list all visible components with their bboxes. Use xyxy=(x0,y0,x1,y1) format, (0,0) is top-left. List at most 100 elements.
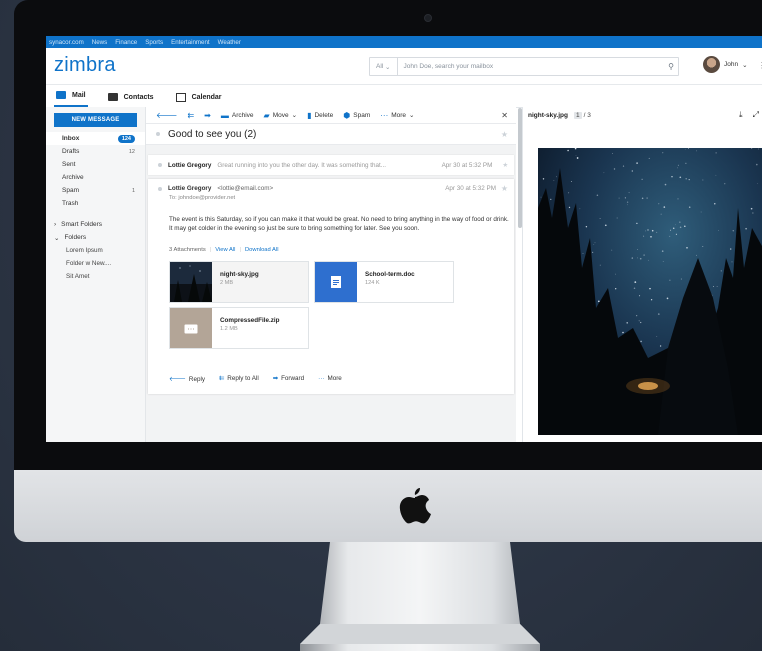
mail-icon xyxy=(56,91,66,99)
attachment-card[interactable]: night-sky.jpg 2 MB xyxy=(169,261,309,303)
close-icon[interactable]: ✕ xyxy=(501,111,508,120)
topbar-link-entertainment[interactable]: Entertainment xyxy=(171,39,210,46)
star-icon[interactable]: ★ xyxy=(501,130,508,139)
archive-button[interactable]: ▬ Archive xyxy=(221,111,254,120)
delete-label: Delete xyxy=(314,111,334,119)
attachment-preview-pane: night-sky.jpg 1 / 3 ⤓ ⤢ xyxy=(522,107,762,442)
message-snippet: Great running into you the other day. It… xyxy=(217,161,386,169)
attachment-size: 2 MB xyxy=(220,280,234,286)
move-button[interactable]: ▰ Move ⌄ xyxy=(264,111,298,120)
view-all-link[interactable]: View All xyxy=(215,247,235,253)
message-from: Lottie Gregory <lottie@email.com> xyxy=(158,185,273,192)
expand-icon[interactable]: ⤢ xyxy=(753,110,759,120)
sidebar-item-label: Sent xyxy=(62,161,76,168)
move-label: Move xyxy=(272,111,289,119)
search-scope-dropdown[interactable]: All ⌄ xyxy=(372,58,398,75)
attachment-card[interactable]: CompressedFile.zip 1.2 MB xyxy=(169,307,309,349)
message-expanded: Lottie Gregory <lottie@email.com> To: jo… xyxy=(148,179,514,394)
spam-button[interactable]: ⬢ Spam xyxy=(343,111,370,120)
topbar-link-finance[interactable]: Finance xyxy=(115,39,137,46)
message-row-collapsed[interactable]: Lottie Gregory Great running into you th… xyxy=(148,155,514,175)
monitor-chin xyxy=(14,470,762,542)
topbar-link-synacor[interactable]: synacor.com xyxy=(49,39,84,46)
folder-count: 1 xyxy=(131,187,135,194)
sidebar-item-folders[interactable]: ⌄ Folders xyxy=(46,231,145,244)
page-total: / 3 xyxy=(583,111,591,119)
more-actions-button[interactable]: ··· More xyxy=(318,375,342,383)
sidebar-item-label: Smart Folders xyxy=(61,221,102,228)
message-toolbar: 🡐 ⇇ ➡ ▬ Archive ▰ Move ⌄ ▮ Delete ⬢ Spam ··· M… xyxy=(146,107,516,124)
sidebar-item-archive[interactable]: Archive xyxy=(46,171,145,184)
contacts-icon xyxy=(107,93,118,101)
unread-dot-icon xyxy=(158,163,162,167)
search-icon[interactable]: ⚲ xyxy=(664,62,678,71)
reply-button[interactable]: 🡐 Reply xyxy=(169,375,205,383)
reply-icon[interactable]: 🡐 xyxy=(156,110,177,120)
sidebar-item-spam[interactable]: Spam 1 xyxy=(46,184,145,197)
delete-button[interactable]: ▮ Delete xyxy=(307,111,333,120)
user-name: John xyxy=(724,61,739,68)
user-menu[interactable]: John ⌄ xyxy=(703,56,748,73)
new-message-button[interactable]: NEW MESSAGE xyxy=(54,113,137,127)
sidebar-item-drafts[interactable]: Drafts 12 xyxy=(46,145,145,158)
reply-all-icon: ⇇ xyxy=(219,375,225,382)
calendar-icon xyxy=(175,92,186,102)
portal-topbar: synacor.com News Finance Sports Entertai… xyxy=(46,36,762,48)
message-sender[interactable]: Lottie Gregory xyxy=(168,185,211,192)
attachment-name: School-term.doc xyxy=(365,271,415,278)
attachment-name: CompressedFile.zip xyxy=(220,317,280,324)
tab-mail[interactable]: Mail xyxy=(54,85,88,107)
more-label: More xyxy=(391,111,407,119)
preview-pager: 1 / 3 xyxy=(573,111,591,119)
sidebar-subfolder[interactable]: Lorem Ipsum xyxy=(46,244,145,257)
attachments-header: 3 Attachments | View All | Download All xyxy=(169,247,279,253)
document-icon xyxy=(315,262,357,302)
attachment-size: 1.2 MB xyxy=(220,326,238,332)
tab-calendar[interactable]: Calendar xyxy=(174,87,224,107)
topbar-link-sports[interactable]: Sports xyxy=(145,39,163,46)
reply-label: Reply xyxy=(188,376,205,383)
tab-calendar-label: Calendar xyxy=(191,93,222,101)
zimbra-logo[interactable]: zimbra xyxy=(54,54,116,77)
chevron-down-icon: ⌄ xyxy=(54,234,60,242)
image-thumbnail xyxy=(170,262,212,302)
sidebar-item-inbox[interactable]: Inbox 124 xyxy=(46,132,145,145)
chevron-down-icon: ⌄ xyxy=(385,63,391,71)
sidebar-item-label: Spam xyxy=(62,187,79,194)
folder-sidebar: NEW MESSAGE Inbox 124 Drafts 12 Sent Arc… xyxy=(46,107,146,442)
search-scope-label: All xyxy=(376,63,384,70)
monitor-stand xyxy=(300,542,540,651)
reply-all-button[interactable]: ⇇ Reply to All xyxy=(219,375,259,383)
sidebar-item-label: Drafts xyxy=(62,148,80,155)
tab-contacts[interactable]: Contacts xyxy=(106,87,156,107)
forward-icon[interactable]: ➡ xyxy=(204,111,211,120)
attachment-card[interactable]: School-term.doc 124 K xyxy=(314,261,454,303)
star-icon[interactable]: ★ xyxy=(502,162,508,169)
more-menu-icon[interactable]: ⋮ xyxy=(758,61,762,70)
forward-button[interactable]: ➡ Forward xyxy=(273,375,304,383)
star-icon[interactable]: ★ xyxy=(501,184,508,193)
sidebar-item-sent[interactable]: Sent xyxy=(46,158,145,171)
more-button[interactable]: ··· More ⌄ xyxy=(380,111,414,120)
sidebar-item-trash[interactable]: Trash xyxy=(46,197,145,210)
app-header: zimbra All ⌄ John Doe, search your mailb… xyxy=(46,48,762,85)
sidebar-subfolder[interactable]: Folder w New.... xyxy=(46,257,145,270)
tab-contacts-label: Contacts xyxy=(123,93,154,101)
conversation-subject: Good to see you (2) xyxy=(168,128,257,140)
ellipsis-icon: ··· xyxy=(318,375,325,382)
download-all-link[interactable]: Download All xyxy=(245,247,279,253)
sidebar-item-smart-folders[interactable]: › Smart Folders xyxy=(46,218,145,231)
spam-label: Spam xyxy=(353,111,371,119)
download-icon[interactable]: ⤓ xyxy=(739,110,743,120)
sidebar-subfolder[interactable]: Sit Amet xyxy=(46,270,145,283)
search-input[interactable]: John Doe, search your mailbox xyxy=(398,63,665,70)
search-bar[interactable]: All ⌄ John Doe, search your mailbox ⚲ xyxy=(369,57,679,76)
archive-label: Archive xyxy=(231,111,254,119)
message-body: The event is this Saturday, so if you ca… xyxy=(169,216,509,232)
page-current[interactable]: 1 xyxy=(573,111,582,119)
reply-all-icon[interactable]: ⇇ xyxy=(187,111,194,120)
message-sender-email: <lottie@email.com> xyxy=(217,185,274,192)
topbar-link-weather[interactable]: Weather xyxy=(218,39,241,46)
avatar xyxy=(703,56,720,73)
topbar-link-news[interactable]: News xyxy=(92,39,107,46)
